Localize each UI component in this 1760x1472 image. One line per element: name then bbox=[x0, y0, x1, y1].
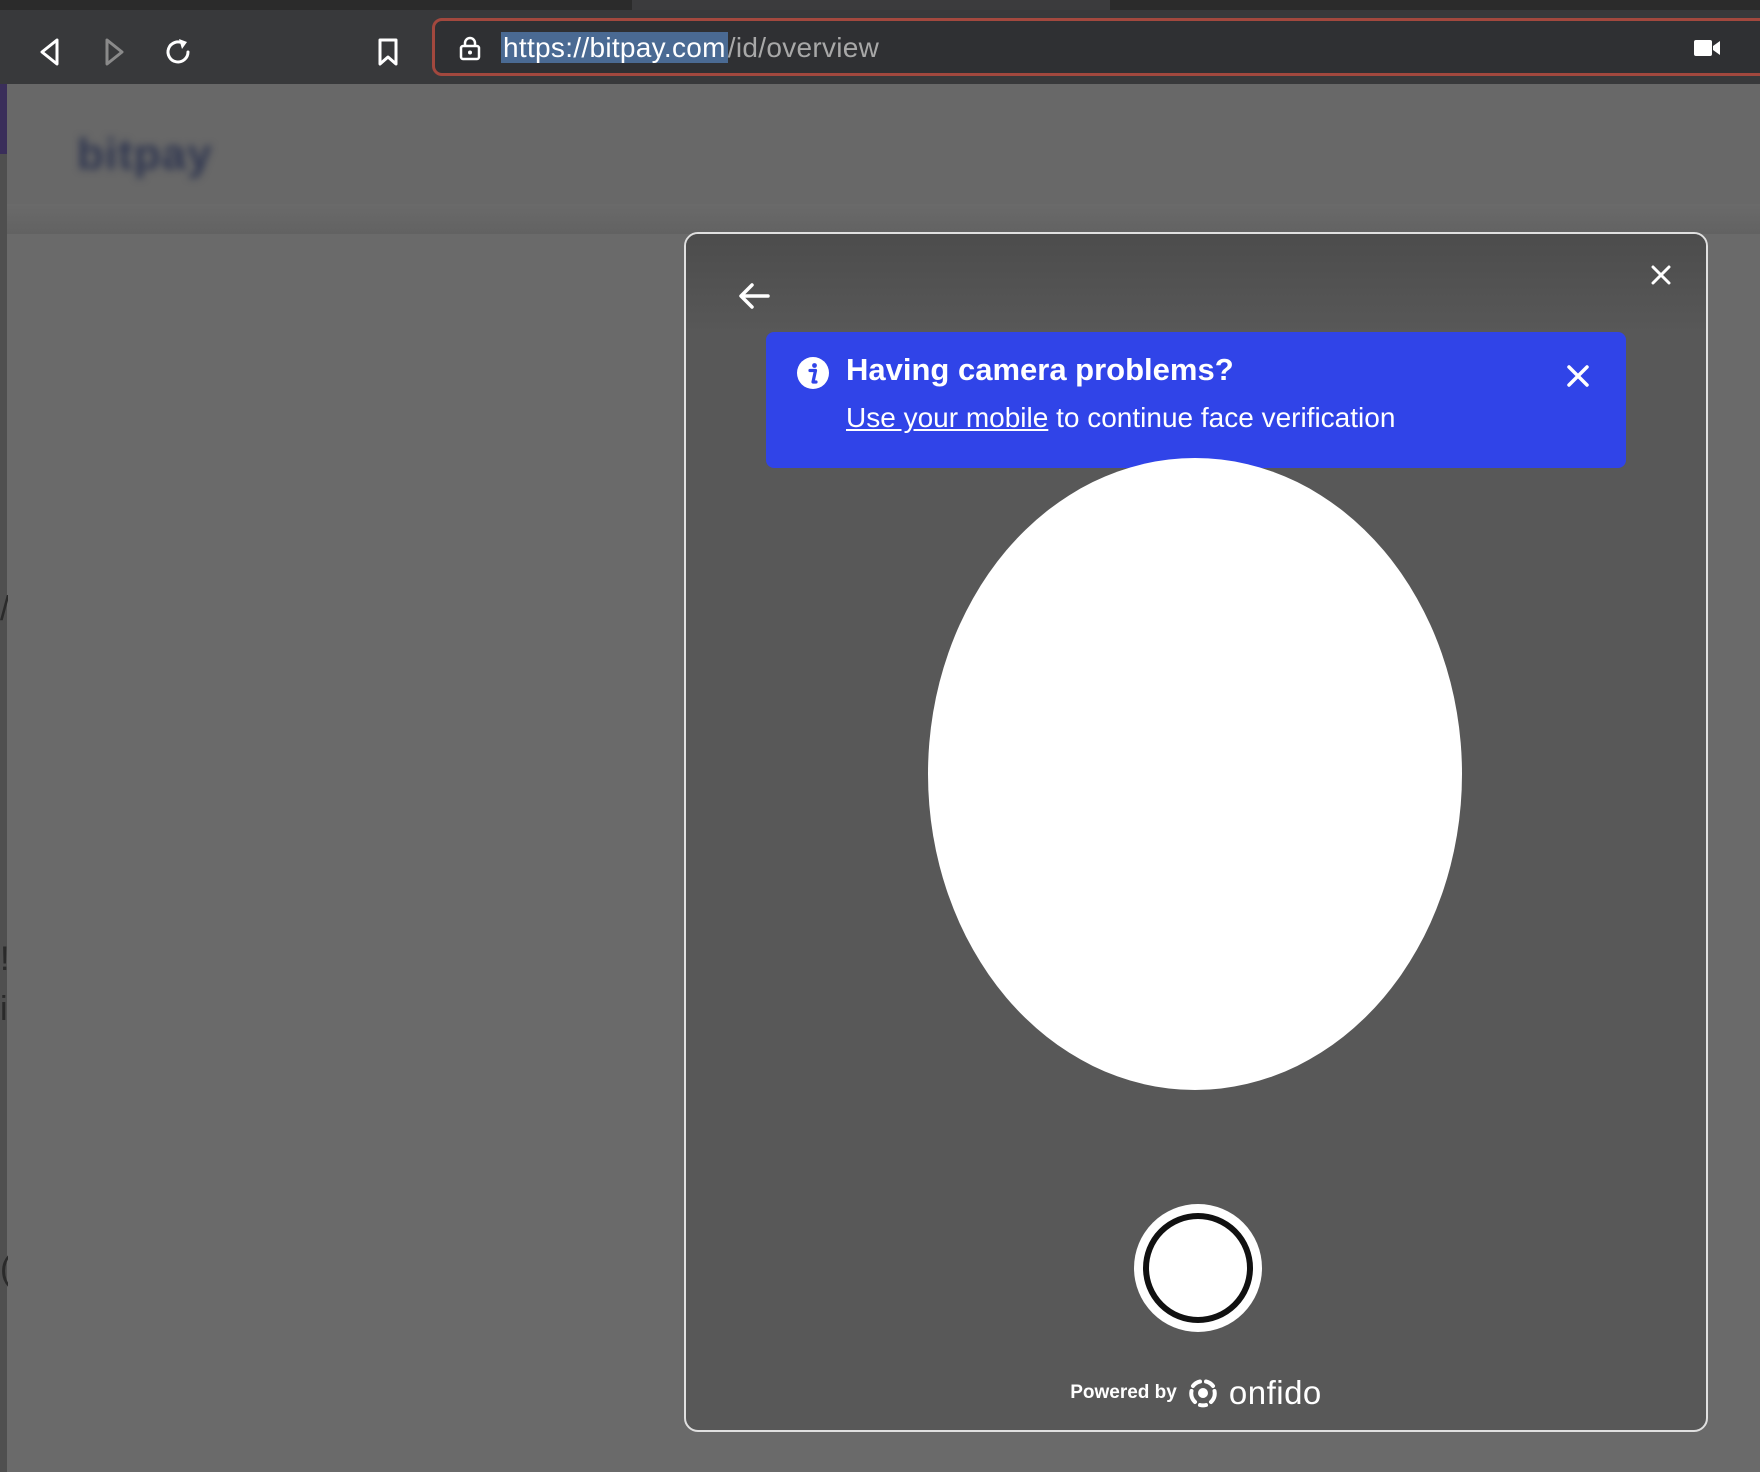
page-left-accent bbox=[0, 84, 7, 154]
face-verification-modal: Having camera problems? Use your mobile … bbox=[684, 232, 1708, 1432]
modal-top-gradient bbox=[686, 234, 1706, 334]
active-tab[interactable] bbox=[632, 0, 1110, 10]
tab-strip bbox=[0, 0, 1760, 10]
close-icon bbox=[1567, 365, 1589, 387]
url-text[interactable]: https://bitpay.com/id/overview bbox=[501, 31, 879, 65]
page-edge-fragment: / bbox=[0, 590, 8, 629]
page-header: bitpay bbox=[7, 84, 1760, 234]
browser-toolbar: https://bitpay.com/id/overview bbox=[0, 10, 1760, 84]
arrow-left-icon bbox=[40, 38, 59, 66]
url-path: /id/overview bbox=[727, 32, 880, 63]
page-edge-fragment: ! bbox=[0, 940, 8, 979]
face-frame-oval bbox=[928, 458, 1462, 1090]
close-icon bbox=[1651, 265, 1671, 285]
lock-icon bbox=[459, 36, 481, 61]
url-host: https://bitpay.com bbox=[501, 32, 728, 63]
bookmark-icon bbox=[378, 38, 398, 66]
banner-body: Use your mobile to continue face verific… bbox=[846, 402, 1395, 434]
capture-button[interactable] bbox=[1134, 1204, 1262, 1332]
powered-by-label: Powered by bbox=[1070, 1382, 1177, 1403]
use-mobile-link[interactable]: Use your mobile bbox=[846, 402, 1048, 433]
modal-close-button[interactable] bbox=[1646, 260, 1676, 290]
camera-problems-banner: Having camera problems? Use your mobile … bbox=[766, 332, 1626, 468]
bookmark-button[interactable] bbox=[368, 32, 408, 72]
back-button[interactable] bbox=[30, 32, 70, 72]
reload-icon bbox=[166, 39, 190, 64]
header-shadow bbox=[7, 204, 1760, 234]
camera-icon[interactable] bbox=[1693, 37, 1721, 59]
arrow-right-icon bbox=[105, 38, 124, 66]
powered-by-footer: Powered by onfido bbox=[686, 1374, 1706, 1412]
arrow-left-icon bbox=[739, 283, 770, 309]
onfido-brand: onfido bbox=[1228, 1374, 1322, 1411]
banner-body-text: to continue face verification bbox=[1048, 402, 1396, 433]
forward-button[interactable] bbox=[94, 32, 134, 72]
address-bar[interactable]: https://bitpay.com/id/overview bbox=[432, 18, 1760, 76]
banner-title: Having camera problems? bbox=[846, 352, 1234, 387]
capture-button-ring bbox=[1143, 1213, 1253, 1323]
page-edge-fragment: ( bbox=[0, 1250, 8, 1289]
reload-button[interactable] bbox=[158, 32, 198, 72]
banner-dismiss-button[interactable] bbox=[1564, 362, 1592, 390]
bitpay-logo: bitpay bbox=[77, 130, 213, 179]
modal-back-button[interactable] bbox=[734, 276, 774, 316]
onfido-logo-icon bbox=[1189, 1379, 1217, 1408]
page-edge-fragment: i bbox=[0, 990, 8, 1028]
info-icon bbox=[797, 357, 829, 389]
